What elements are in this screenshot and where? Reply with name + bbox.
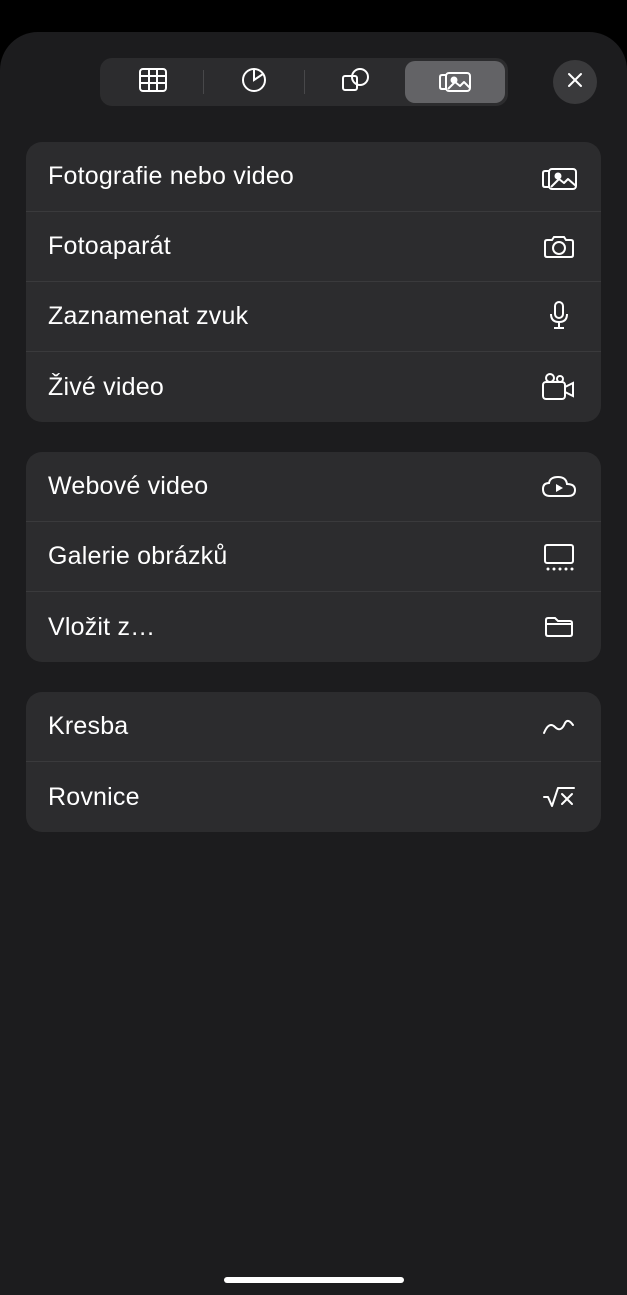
- row-record-audio[interactable]: Zaznamenat zvuk: [26, 282, 601, 352]
- row-image-gallery[interactable]: Galerie obrázků: [26, 522, 601, 592]
- row-web-video[interactable]: Webové video: [26, 452, 601, 522]
- row-drawing[interactable]: Kresba: [26, 692, 601, 762]
- gallery-icon: [539, 537, 579, 577]
- table-icon: [138, 67, 168, 98]
- row-label: Zaznamenat zvuk: [48, 302, 248, 331]
- group-import: Webové video Galerie obrázků: [26, 452, 601, 662]
- group-create: Kresba Rovnice: [26, 692, 601, 832]
- row-label: Fotoaparát: [48, 232, 171, 261]
- video-camera-icon: [539, 367, 579, 407]
- media-icon: [438, 67, 472, 98]
- tab-chart[interactable]: [204, 61, 304, 103]
- close-icon: [565, 70, 585, 95]
- insert-sheet: Fotografie nebo video Fotoaparát: [0, 32, 627, 1295]
- tab-media[interactable]: [405, 61, 505, 103]
- photos-icon: [539, 157, 579, 197]
- row-label: Galerie obrázků: [48, 542, 227, 571]
- toolbar: [0, 32, 627, 112]
- camera-icon: [539, 227, 579, 267]
- microphone-icon: [539, 297, 579, 337]
- row-label: Fotografie nebo video: [48, 162, 294, 191]
- shapes-icon: [340, 67, 370, 98]
- row-label: Živé video: [48, 373, 164, 402]
- tab-table[interactable]: [103, 61, 203, 103]
- folder-icon: [539, 607, 579, 647]
- home-indicator: [224, 1277, 404, 1283]
- tab-shape[interactable]: [305, 61, 405, 103]
- row-photo-or-video[interactable]: Fotografie nebo video: [26, 142, 601, 212]
- equation-icon: [539, 777, 579, 817]
- row-label: Rovnice: [48, 783, 140, 812]
- close-button[interactable]: [553, 60, 597, 104]
- row-label: Vložit z…: [48, 613, 155, 642]
- cloud-play-icon: [539, 467, 579, 507]
- row-label: Webové video: [48, 472, 208, 501]
- pie-chart-icon: [240, 66, 268, 99]
- row-equation[interactable]: Rovnice: [26, 762, 601, 832]
- scribble-icon: [539, 707, 579, 747]
- row-insert-from[interactable]: Vložit z…: [26, 592, 601, 662]
- category-segmented-control: [100, 58, 508, 106]
- row-label: Kresba: [48, 712, 128, 741]
- row-live-video[interactable]: Živé video: [26, 352, 601, 422]
- group-capture: Fotografie nebo video Fotoaparát: [26, 142, 601, 422]
- content: Fotografie nebo video Fotoaparát: [0, 112, 627, 832]
- row-camera[interactable]: Fotoaparát: [26, 212, 601, 282]
